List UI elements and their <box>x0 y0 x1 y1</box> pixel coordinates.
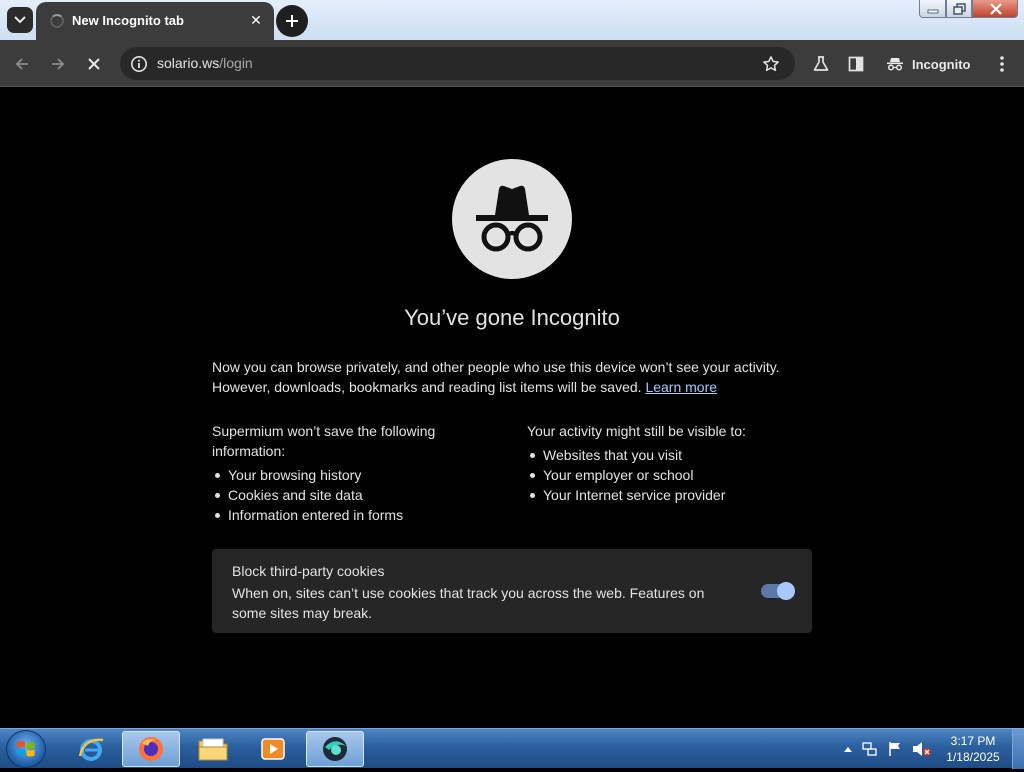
list-item: Your browsing history <box>212 465 492 485</box>
url-path: /login <box>219 55 253 71</box>
incognito-label: Incognito <box>912 56 971 72</box>
firefox-icon <box>139 737 163 761</box>
taskbar: 3:17 PM 1/18/2025 <box>0 728 1024 769</box>
show-hidden-icons-icon[interactable] <box>843 745 853 753</box>
side-panel-icon <box>848 56 864 72</box>
incognito-icon <box>887 58 903 71</box>
still-visible-section: Your activity might still be visible to:… <box>527 421 812 505</box>
system-tray <box>843 729 932 769</box>
menu-button[interactable] <box>988 50 1016 78</box>
clock[interactable]: 3:17 PM 1/18/2025 <box>940 733 1006 765</box>
browser-toolbar: solario.ws/login Incognito <box>0 40 1024 87</box>
tab-title: New Incognito tab <box>72 13 184 28</box>
incognito-hero-icon <box>452 159 572 279</box>
intro-text: Now you can browse privately, and other … <box>212 357 812 397</box>
close-window-button[interactable] <box>972 0 1018 18</box>
back-button[interactable] <box>8 50 36 78</box>
block-cookies-toggle[interactable] <box>761 582 795 600</box>
labs-button[interactable] <box>807 50 835 78</box>
still-visible-list: Websites that you visit Your employer or… <box>527 445 812 505</box>
taskbar-supermium[interactable] <box>306 731 364 767</box>
not-saved-section: Supermium won’t save the following infor… <box>212 421 492 525</box>
restore-button[interactable] <box>946 0 972 18</box>
cookie-card-title: Block third-party cookies <box>232 563 385 579</box>
third-party-cookies-card: Block third-party cookies When on, sites… <box>212 549 812 633</box>
plus-icon <box>286 15 298 27</box>
supermium-icon <box>323 737 347 761</box>
list-item: Your Internet service provider <box>527 485 812 505</box>
tab-close-icon[interactable]: ✕ <box>247 11 265 29</box>
media-player-icon <box>261 738 285 760</box>
incognito-indicator[interactable]: Incognito <box>886 50 971 78</box>
arrow-right-icon <box>52 58 65 70</box>
volume-muted-icon[interactable] <box>912 741 932 757</box>
taskbar-firefox[interactable] <box>122 731 180 767</box>
network-icon[interactable] <box>862 741 878 757</box>
forward-button[interactable] <box>44 50 72 78</box>
restore-icon <box>953 3 966 15</box>
clock-date: 1/18/2025 <box>946 750 1000 764</box>
arrow-left-icon <box>15 58 28 70</box>
incognito-icon <box>476 185 548 252</box>
star-icon <box>763 56 779 72</box>
clock-time: 3:17 PM <box>950 734 996 748</box>
minimize-icon <box>927 9 939 14</box>
new-tab-button[interactable] <box>276 5 308 37</box>
url-text[interactable]: solario.ws/login <box>157 55 253 71</box>
taskbar-file-explorer[interactable] <box>184 731 242 767</box>
incognito-ntp: You’ve gone Incognito Now you can browse… <box>0 88 1024 728</box>
folder-icon <box>198 738 228 761</box>
tab-search-button[interactable] <box>7 7 33 33</box>
not-saved-list: Your browsing history Cookies and site d… <box>212 465 492 525</box>
show-desktop-button[interactable] <box>1012 729 1024 769</box>
url-host: solario.ws <box>157 55 220 71</box>
chevron-down-icon <box>14 16 26 24</box>
minimize-button[interactable] <box>919 0 946 18</box>
kebab-menu-icon <box>1000 56 1004 72</box>
side-panel-button[interactable] <box>842 50 870 78</box>
site-info-button[interactable] <box>126 51 152 77</box>
list-item: Websites that you visit <box>527 445 812 465</box>
still-visible-heading: Your activity might still be visible to: <box>527 423 746 439</box>
stop-loading-button[interactable] <box>80 50 108 78</box>
toggle-knob <box>777 582 795 600</box>
list-item: Cookies and site data <box>212 485 492 505</box>
internet-explorer-icon <box>78 738 104 761</box>
close-icon <box>990 3 1002 15</box>
list-item: Information entered in forms <box>212 505 492 525</box>
taskbar-internet-explorer[interactable] <box>62 731 120 767</box>
close-icon <box>88 58 100 70</box>
page-title: You’ve gone Incognito <box>404 305 620 330</box>
start-button[interactable] <box>6 730 46 768</box>
action-center-flag-icon[interactable] <box>887 741 903 757</box>
loading-spinner-icon <box>50 14 64 28</box>
title-bar: New Incognito tab ✕ <box>0 0 1024 40</box>
learn-more-link[interactable]: Learn more <box>645 379 717 395</box>
not-saved-heading: Supermium won’t save the following infor… <box>212 423 436 459</box>
bookmark-star-button[interactable] <box>758 51 784 77</box>
list-item: Your employer or school <box>527 465 812 485</box>
info-icon <box>131 56 147 72</box>
flask-icon <box>813 56 829 71</box>
taskbar-media-player[interactable] <box>244 731 302 767</box>
tab-new-incognito[interactable]: New Incognito tab ✕ <box>36 2 274 40</box>
windows-logo-icon <box>17 741 35 757</box>
address-bar[interactable]: solario.ws/login <box>120 47 795 80</box>
cookie-card-description: When on, sites can’t use cookies that tr… <box>232 585 705 621</box>
